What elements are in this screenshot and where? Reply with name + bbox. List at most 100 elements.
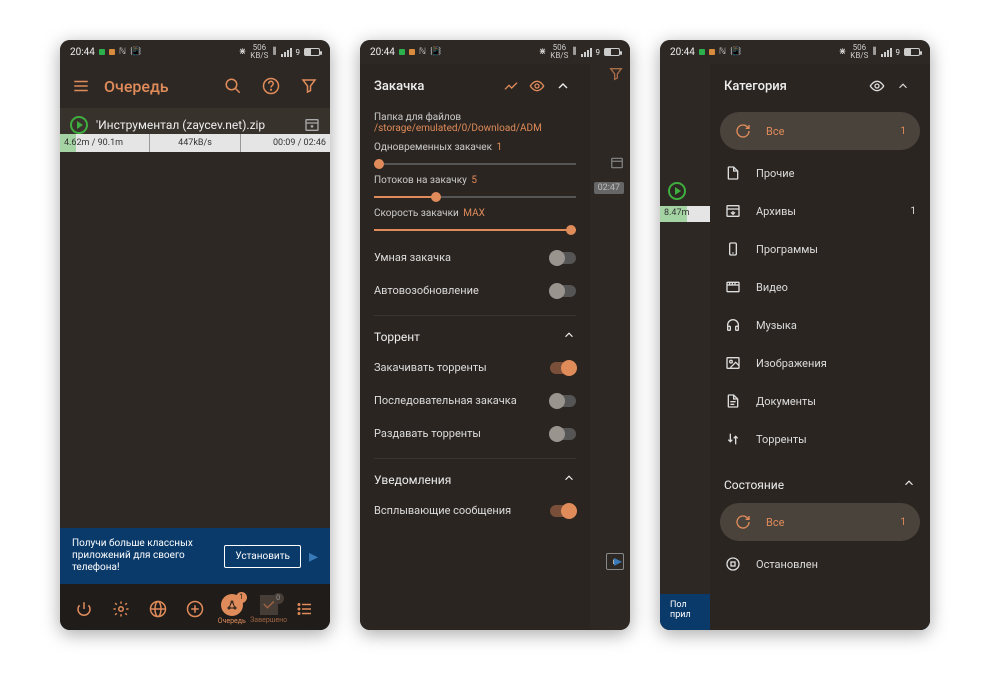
category-programs[interactable]: Программы bbox=[710, 230, 930, 268]
state-section-header[interactable]: Состояние bbox=[710, 466, 930, 499]
autoresume-toggle[interactable] bbox=[550, 285, 576, 297]
filter-icon[interactable] bbox=[608, 66, 624, 85]
torrent-sequential-toggle[interactable] bbox=[550, 395, 576, 407]
menu-icon[interactable] bbox=[66, 71, 96, 101]
popup-toggle[interactable] bbox=[550, 505, 576, 517]
queue-badge: 1 bbox=[236, 592, 247, 603]
eye-icon[interactable] bbox=[524, 78, 550, 94]
image-icon bbox=[724, 354, 742, 372]
state-all[interactable]: Все 1 bbox=[720, 503, 920, 541]
nav-settings[interactable] bbox=[104, 600, 138, 618]
nav-done[interactable]: 0 Завершено bbox=[252, 595, 286, 624]
nav-browser[interactable] bbox=[141, 600, 175, 618]
smart-download-row[interactable]: Умная закачка bbox=[374, 241, 576, 274]
torrent-download-toggle[interactable] bbox=[550, 362, 576, 374]
state-section-label: Состояние bbox=[724, 478, 784, 492]
install-button[interactable]: Установить bbox=[224, 545, 301, 568]
play-icon bbox=[668, 182, 686, 200]
play-icon[interactable] bbox=[70, 116, 88, 134]
battery-icon bbox=[904, 48, 920, 56]
promo-banner[interactable]: Получи больше классных приложений для св… bbox=[60, 528, 330, 584]
speed-slider[interactable] bbox=[374, 229, 576, 231]
video-icon bbox=[724, 278, 742, 296]
category-images-label: Изображения bbox=[756, 357, 916, 370]
signal-icon bbox=[581, 48, 592, 57]
torrent-seed-toggle[interactable] bbox=[550, 428, 576, 440]
nav-queue[interactable]: 1 Очередь bbox=[215, 594, 249, 625]
torrent-seed-label: Раздавать торренты bbox=[374, 427, 550, 440]
app-header: Очередь bbox=[60, 64, 330, 108]
category-other[interactable]: Прочие bbox=[710, 154, 930, 192]
signal-icon bbox=[281, 48, 292, 57]
bottom-nav: 1 Очередь 0 Завершено bbox=[60, 584, 330, 630]
category-music-label: Музыка bbox=[756, 319, 916, 332]
folder-path[interactable]: /storage/emulated/0/Download/ADM bbox=[374, 123, 576, 134]
stop-icon bbox=[724, 555, 742, 573]
torrent-download-label: Закачивать торренты bbox=[374, 361, 550, 374]
chevron-up-icon[interactable] bbox=[890, 79, 916, 93]
archive-icon bbox=[724, 202, 742, 220]
concurrent-slider[interactable] bbox=[374, 163, 576, 165]
settings-header: Закачка bbox=[374, 64, 576, 108]
help-icon[interactable] bbox=[256, 71, 286, 101]
screen-queue: 20:44 ℕ 📳 ⋇ 506 KB/S ⫼ 9 Очередь bbox=[60, 40, 330, 630]
state-stopped[interactable]: Остановлен bbox=[710, 545, 930, 583]
chevron-up-icon[interactable] bbox=[550, 78, 576, 94]
torrent-download-row[interactable]: Закачивать торренты bbox=[374, 351, 576, 384]
eye-icon[interactable] bbox=[864, 78, 890, 94]
signal-icon bbox=[881, 48, 892, 57]
size-progress: 4.62m / 90.1m bbox=[60, 134, 150, 152]
filter-icon[interactable] bbox=[294, 71, 324, 101]
category-all[interactable]: Все 1 bbox=[720, 112, 920, 150]
category-archives-count: 1 bbox=[910, 206, 916, 217]
nav-queue-label: Очередь bbox=[218, 617, 246, 625]
category-video[interactable]: Видео bbox=[710, 268, 930, 306]
category-torrents[interactable]: Торренты bbox=[710, 420, 930, 458]
chart-icon[interactable] bbox=[498, 78, 524, 94]
battery-pct: 9 bbox=[296, 48, 301, 57]
bluetooth-icon: ⋇ bbox=[839, 47, 847, 57]
torrent-seed-row[interactable]: Раздавать торренты bbox=[374, 417, 576, 450]
speed: 447kB/s bbox=[150, 134, 240, 152]
nav-power[interactable] bbox=[67, 600, 101, 618]
vibrate-icon: 📳 bbox=[730, 47, 741, 57]
popup-label: Всплывающие сообщения bbox=[374, 504, 550, 517]
torrent-section-header[interactable]: Торрент bbox=[374, 324, 576, 351]
chevron-up-icon bbox=[562, 328, 576, 345]
nfc-icon: ℕ bbox=[719, 47, 726, 57]
document-icon bbox=[724, 392, 742, 410]
smart-download-toggle[interactable] bbox=[550, 252, 576, 264]
category-archives[interactable]: Архивы 1 bbox=[710, 192, 930, 230]
smart-download-label: Умная закачка bbox=[374, 251, 550, 264]
nfc-icon: ℕ bbox=[419, 47, 426, 57]
autoresume-row[interactable]: Автовозобновление bbox=[374, 274, 576, 307]
download-item[interactable]: 'Инструментал (zaycev.net).zip bbox=[60, 108, 330, 134]
autoresume-label: Автовозобновление bbox=[374, 284, 550, 297]
status-bar: 20:44 ℕ 📳 ⋇ 506KB/S ⫼ 9 bbox=[360, 40, 630, 64]
notif-icon bbox=[99, 49, 105, 55]
nav-list[interactable] bbox=[288, 600, 322, 618]
category-music[interactable]: Музыка bbox=[710, 306, 930, 344]
category-documents[interactable]: Документы bbox=[710, 382, 930, 420]
battery-pct: 9 bbox=[596, 48, 601, 57]
wifi-icon: ⫼ bbox=[272, 47, 276, 57]
category-images[interactable]: Изображения bbox=[710, 344, 930, 382]
banner-arrow-icon: ▸ bbox=[614, 551, 622, 570]
battery-icon bbox=[304, 48, 320, 56]
download-filename: 'Инструментал (zaycev.net).zip bbox=[96, 118, 296, 132]
archive-icon[interactable] bbox=[304, 117, 320, 133]
threads-slider[interactable] bbox=[374, 196, 576, 198]
time-progress: 00:09 / 02:46 bbox=[241, 134, 330, 152]
nav-add[interactable] bbox=[178, 600, 212, 618]
battery-pct: 9 bbox=[896, 48, 901, 57]
popup-row[interactable]: Всплывающие сообщения bbox=[374, 494, 576, 527]
vibrate-icon: 📳 bbox=[130, 47, 141, 57]
banner-arrow-icon: ▸ bbox=[309, 546, 318, 567]
torrent-sequential-row[interactable]: Последовательная закачка bbox=[374, 384, 576, 417]
status-bar: 20:44 ℕ 📳 ⋇ 506 KB/S ⫼ 9 bbox=[60, 40, 330, 64]
search-icon[interactable] bbox=[218, 71, 248, 101]
notif-section-header[interactable]: Уведомления bbox=[374, 467, 576, 494]
page-title: Очередь bbox=[104, 77, 210, 96]
banner-text: Получи больше классных приложений для св… bbox=[72, 538, 216, 574]
notif-section-label: Уведомления bbox=[374, 473, 451, 487]
